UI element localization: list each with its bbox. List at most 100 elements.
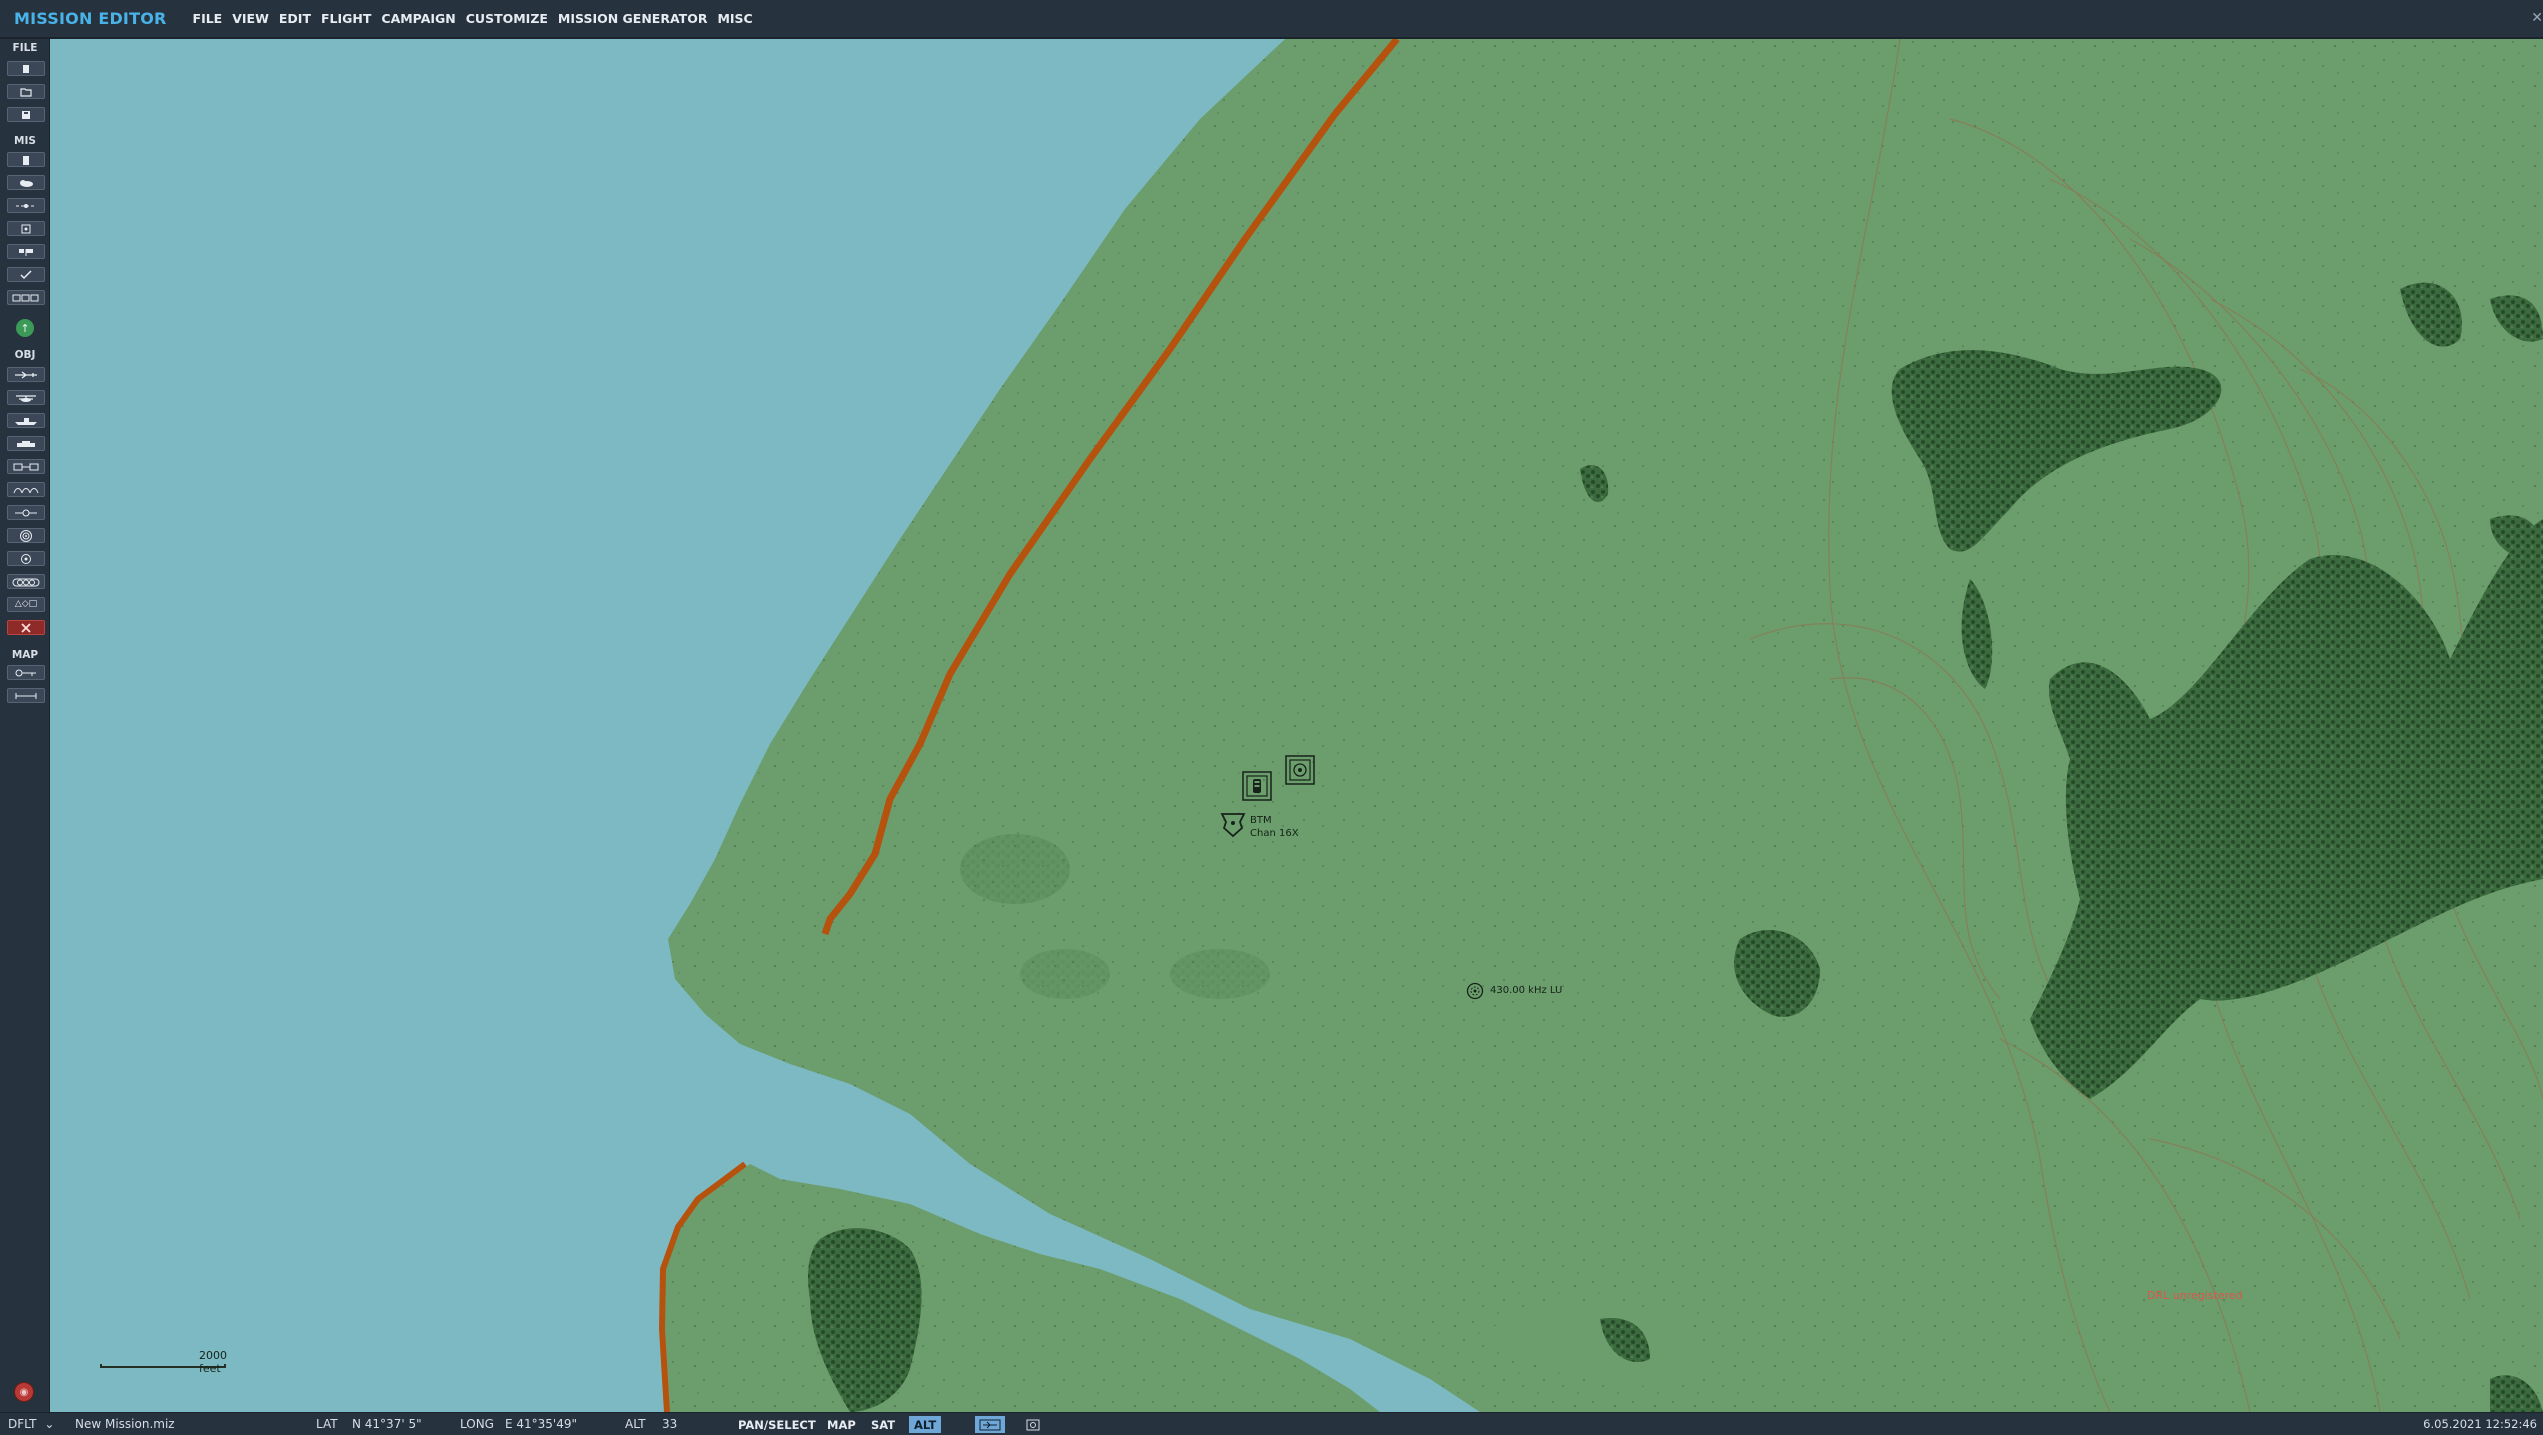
mission-file-name: New Mission.miz [75, 1417, 175, 1431]
alt-label: ALT [625, 1417, 646, 1431]
clipboard-icon [23, 155, 29, 165]
route-icon [16, 203, 36, 208]
save-file-button[interactable] [7, 107, 45, 122]
open-folder-icon [20, 87, 32, 97]
menu-campaign[interactable]: CAMPAIGN [381, 11, 455, 26]
airbase-radar-icon[interactable] [1285, 755, 1315, 785]
flags-icon [19, 248, 33, 256]
map-key-icon [15, 669, 36, 676]
menu-customize[interactable]: CUSTOMIZE [466, 11, 548, 26]
map-settings-icon [1026, 1419, 1040, 1430]
compass-icon[interactable]: ◉ [14, 1382, 34, 1402]
trigger-icon [12, 294, 39, 301]
menu-view[interactable]: VIEW [232, 11, 269, 26]
pan-select-toggle[interactable]: PAN/SELECT [733, 1416, 821, 1433]
briefing-button[interactable] [7, 152, 45, 167]
add-beacon-button[interactable] [7, 551, 45, 566]
long-value: E 41°35'49" [505, 1417, 578, 1431]
ship-icon [15, 417, 37, 425]
ruler-icon [15, 692, 37, 699]
add-vehicle-button[interactable] [7, 436, 45, 451]
lat-label: LAT [316, 1417, 338, 1431]
ndb-beacon-icon[interactable] [1466, 982, 1484, 1000]
weather-button[interactable] [7, 175, 45, 190]
airbase-fuel-icon[interactable] [1242, 771, 1272, 801]
beacon-icon [21, 553, 31, 564]
ruler-button[interactable] [7, 688, 45, 703]
menu-flight[interactable]: FLIGHT [321, 11, 371, 26]
formation-icon [12, 578, 40, 586]
route-button[interactable] [7, 198, 45, 213]
save-icon [22, 110, 30, 119]
unregistered-text: DRL unregistered [2147, 1289, 2243, 1302]
alt-value: 33 [662, 1417, 678, 1431]
terrain-map [659, 39, 2543, 1412]
new-file-button[interactable] [7, 61, 45, 76]
menu-misc[interactable]: MISC [717, 11, 752, 26]
delete-icon [21, 622, 31, 633]
add-static-button[interactable] [7, 459, 45, 474]
mission-editor-window: MISSION EDITOR FILE VIEW EDIT FLIGHT CAM… [0, 0, 2543, 1435]
shapes-icon: △◇□ [14, 599, 38, 609]
add-radar-button[interactable] [7, 528, 45, 543]
go-mission-button[interactable]: ↑ [16, 319, 34, 337]
vehicle-icon [17, 440, 35, 447]
app-title: MISSION EDITOR [14, 9, 167, 28]
add-waypoint-button[interactable] [7, 505, 45, 520]
scale-bar: 2000 feet [100, 1349, 230, 1375]
plane-icon [15, 370, 37, 379]
tacan-channel-label: Chan 16X [1250, 828, 1299, 839]
toolbar-section-file: FILE [12, 42, 38, 54]
open-file-button[interactable] [7, 84, 45, 99]
static-object-icon [13, 463, 39, 470]
flags-button[interactable] [7, 244, 45, 259]
sat-mode-toggle[interactable]: SAT [866, 1416, 900, 1433]
map-key-button[interactable] [7, 665, 45, 680]
target-button[interactable] [7, 221, 45, 236]
profile-value: DFLT [8, 1417, 37, 1431]
toolbar-section-map: MAP [11, 649, 39, 661]
group-icon [13, 487, 39, 493]
delete-object-button[interactable] [7, 620, 45, 635]
add-ship-button[interactable] [7, 413, 45, 428]
map-view[interactable]: BTM Chan 16X 430.00 kHz LU DRL unregiste… [50, 39, 2543, 1412]
map-mode-toggle[interactable]: MAP [822, 1416, 861, 1433]
menu-file[interactable]: FILE [193, 11, 223, 26]
check-icon [20, 269, 32, 279]
profile-select[interactable]: DFLT ⌄ [8, 1417, 54, 1431]
weather-icon [20, 179, 33, 187]
status-bar: DFLT ⌄ New Mission.miz LAT N 41°37' 5" L… [0, 1412, 2543, 1435]
add-group-button[interactable] [7, 482, 45, 497]
menu-edit[interactable]: EDIT [279, 11, 311, 26]
filter-icon [979, 1419, 1001, 1430]
arrow-up-icon: ↑ [20, 321, 30, 335]
toolbar-section-mis: MIS [14, 135, 36, 147]
helicopter-icon [16, 394, 36, 402]
add-helicopter-button[interactable] [7, 390, 45, 405]
layer-filter-button[interactable] [975, 1416, 1005, 1433]
long-label: LONG [460, 1417, 494, 1431]
tacan-beacon-icon[interactable] [1218, 811, 1248, 839]
trigger-button[interactable] [7, 290, 45, 305]
add-formation-button[interactable] [7, 574, 45, 589]
tacan-label: BTM [1250, 815, 1272, 826]
window-close-icon[interactable]: ✕ [2531, 10, 2543, 26]
scale-label: 2000 feet [199, 1349, 227, 1375]
menu-bar: MISSION EDITOR FILE VIEW EDIT FLIGHT CAM… [0, 0, 2543, 39]
ndb-label: 430.00 kHz LU [1490, 985, 1563, 996]
alt-mode-toggle[interactable]: ALT [909, 1416, 942, 1433]
waypoint-icon [15, 509, 37, 516]
datetime: 6.05.2021 12:52:46 [2423, 1417, 2537, 1431]
map-settings-button[interactable] [1018, 1416, 1048, 1433]
menu-mission-generator[interactable]: MISSION GENERATOR [558, 11, 708, 26]
radar-icon [20, 529, 32, 542]
left-toolbar: FILE MIS ↑ OBJ △◇□ MAP [0, 39, 50, 1412]
target-icon [21, 224, 31, 233]
chevron-down-icon: ⌄ [44, 1417, 55, 1431]
add-plane-button[interactable] [7, 367, 45, 382]
check-button[interactable] [7, 267, 45, 282]
toolbar-section-obj: OBJ [14, 349, 36, 361]
add-shapes-button[interactable]: △◇□ [7, 597, 45, 612]
lat-value: N 41°37' 5" [352, 1417, 422, 1431]
new-file-icon [23, 64, 29, 73]
